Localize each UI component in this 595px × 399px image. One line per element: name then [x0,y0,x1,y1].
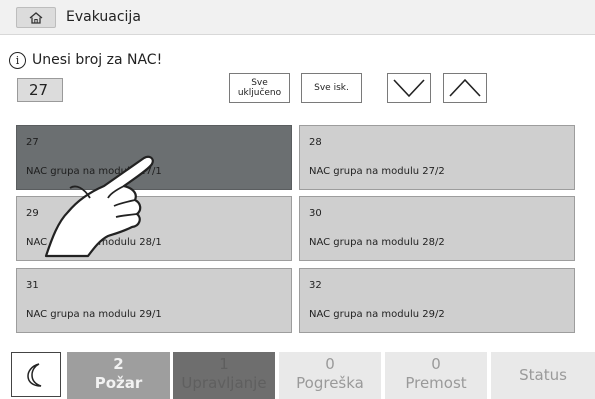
info-icon: i [9,52,26,69]
nac-tile-label: NAC grupa na modulu 28/1 [26,237,162,248]
bypass-label: Premost [405,374,467,392]
scroll-up-button[interactable] [443,73,487,103]
all-on-label: Sve uključeno [237,78,282,98]
nac-tile-number: 28 [309,137,322,148]
nac-tile-label: NAC grupa na modulu 29/1 [26,309,162,320]
home-button[interactable] [16,7,56,28]
scroll-down-button[interactable] [387,73,431,103]
control-tab[interactable]: 1 Upravljanje [173,352,275,399]
nac-number-input[interactable]: 27 [17,78,63,102]
home-icon [29,11,43,24]
nac-tile-number: 30 [309,208,322,219]
all-off-button[interactable]: Sve isk. [301,73,362,103]
nac-tile[interactable]: 27 NAC grupa na modulu 27/1 [16,125,292,190]
nac-tile-label: NAC grupa na modulu 27/1 [26,166,162,177]
all-on-button[interactable]: Sve uključeno [229,73,290,103]
nac-tile[interactable]: 29 NAC grupa na modulu 28/1 [16,196,292,261]
nac-tile-label: NAC grupa na modulu 29/2 [309,309,445,320]
nac-tile-number: 31 [26,280,39,291]
status-label: Status [519,366,567,384]
bypass-tab[interactable]: 0 Premost [385,352,487,399]
nac-tile[interactable]: 31 NAC grupa na modulu 29/1 [16,268,292,333]
status-tab[interactable]: Status [491,352,595,399]
fire-tab[interactable]: 2 Požar [67,352,170,399]
control-count: 1 [219,355,229,373]
bypass-count: 0 [431,355,441,373]
fault-count: 0 [325,355,335,373]
nac-tile[interactable]: 32 NAC grupa na modulu 29/2 [299,268,575,333]
nac-tile-number: 32 [309,280,322,291]
nac-tile[interactable]: 30 NAC grupa na modulu 28/2 [299,196,575,261]
nac-tile[interactable]: 28 NAC grupa na modulu 27/2 [299,125,575,190]
nac-tile-number: 27 [26,137,39,148]
all-off-label: Sve isk. [314,83,349,93]
fault-label: Pogreška [296,374,364,392]
control-label: Upravljanje [181,374,267,392]
night-mode-button[interactable] [11,352,61,397]
moon-icon [27,362,42,387]
nac-tile-label: NAC grupa na modulu 28/2 [309,237,445,248]
fire-count: 2 [113,355,124,373]
chevron-down-icon [393,79,425,98]
nac-tile-label: NAC grupa na modulu 27/2 [309,166,445,177]
nac-tile-number: 29 [26,208,39,219]
instruction-text: Unesi broj za NAC! [32,52,163,68]
title-bar: Evakuacija [0,0,595,35]
fault-tab[interactable]: 0 Pogreška [279,352,381,399]
page-title: Evakuacija [66,9,141,25]
fire-label: Požar [94,374,143,392]
chevron-up-icon [449,78,481,97]
